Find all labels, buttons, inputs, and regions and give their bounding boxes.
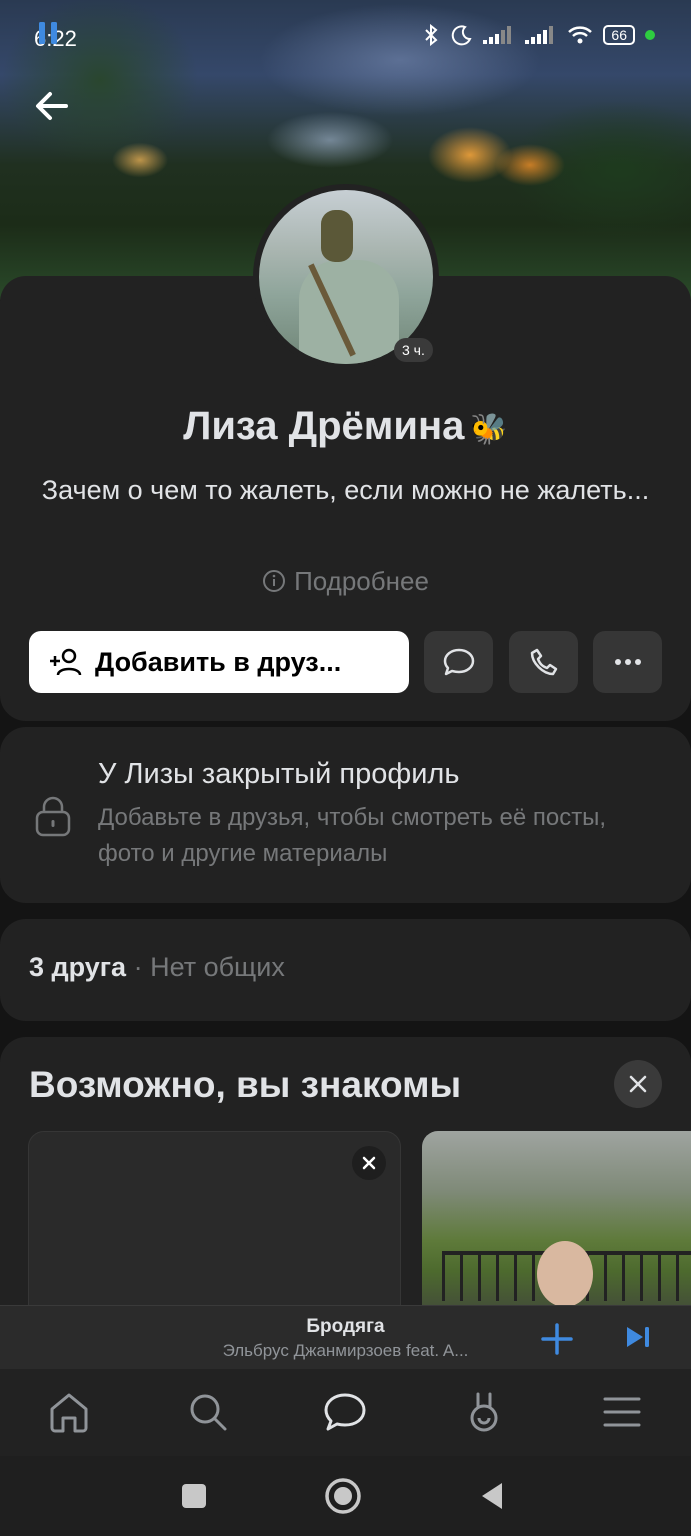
message-button[interactable] — [424, 631, 493, 693]
tab-clips[interactable] — [460, 1388, 508, 1436]
suggestions-title: Возможно, вы знакомы — [29, 1064, 462, 1105]
tab-search[interactable] — [184, 1388, 232, 1436]
mutual-friends: Нет общих — [150, 952, 285, 982]
more-info-link[interactable]: Подробнее — [0, 566, 691, 600]
bluetooth-icon — [425, 24, 438, 46]
plus-icon — [541, 1323, 573, 1355]
suggestion-card-photo[interactable] — [422, 1131, 691, 1331]
more-dots-icon — [614, 659, 641, 665]
tab-home[interactable] — [45, 1388, 93, 1436]
triangle-back-icon — [482, 1483, 502, 1509]
search-icon — [190, 1394, 227, 1431]
signal-icon-2 — [525, 26, 554, 44]
closed-profile-title: У Лизы закрытый профиль — [98, 758, 460, 790]
suggestion-card[interactable] — [28, 1131, 401, 1331]
wifi-icon — [568, 26, 593, 44]
circle-icon — [325, 1478, 361, 1514]
profile-status: Зачем о чем то жалеть, если можно не жал… — [41, 475, 650, 505]
pause-button[interactable] — [36, 20, 62, 51]
chat-icon — [324, 1393, 366, 1431]
back-nav-button[interactable] — [472, 1476, 512, 1516]
pause-icon — [39, 22, 57, 44]
suggestion-dismiss-button[interactable] — [352, 1146, 386, 1180]
phone-icon — [530, 648, 557, 676]
recent-apps-button[interactable] — [174, 1476, 214, 1516]
chat-bubble-icon — [443, 648, 474, 676]
menu-icon — [603, 1397, 641, 1427]
back-button[interactable] — [30, 84, 78, 128]
next-track-button[interactable] — [624, 1324, 652, 1355]
add-user-icon — [49, 647, 85, 677]
clips-icon — [470, 1392, 498, 1432]
arrow-left-icon — [36, 92, 68, 120]
track-artist: Эльбрус Джанмирзоев feat. A... — [222, 1341, 469, 1360]
close-icon — [629, 1075, 647, 1093]
add-friend-button[interactable]: Добавить в друз... — [29, 631, 409, 693]
square-icon — [182, 1484, 206, 1508]
more-button[interactable] — [593, 631, 662, 693]
add-track-button[interactable] — [540, 1322, 574, 1361]
friends-summary[interactable]: 3 друга · Нет общих — [29, 952, 285, 983]
profile-name: Лиза Дрёмина 🐝 — [0, 404, 691, 449]
system-status-bar: 6:22 66 — [0, 0, 691, 80]
tab-messenger[interactable] — [321, 1388, 369, 1436]
signal-icon — [483, 26, 512, 44]
track-title: Бродяга — [306, 1316, 385, 1337]
close-icon — [362, 1156, 376, 1170]
battery-indicator: 66 — [603, 25, 635, 45]
info-icon — [262, 569, 286, 600]
lock-icon — [34, 795, 72, 842]
more-info-label: Подробнее — [294, 566, 429, 596]
friends-count: 3 друга — [29, 952, 127, 982]
last-seen-badge: 3 ч. — [394, 338, 433, 362]
add-friend-label: Добавить в друз... — [95, 646, 342, 677]
profile-emoji-status[interactable]: 🐝 — [470, 413, 507, 446]
call-button[interactable] — [509, 631, 578, 693]
friends-separator: · — [126, 952, 151, 982]
closed-profile-description: Добавьте в друзья, чтобы смотреть её пос… — [98, 804, 607, 867]
do-not-disturb-moon-icon — [452, 25, 472, 46]
suggestions-close-button[interactable] — [614, 1060, 662, 1108]
home-nav-button[interactable] — [323, 1476, 363, 1516]
tab-menu[interactable] — [598, 1388, 646, 1436]
status-icons: 66 — [421, 24, 655, 46]
profile-name-text: Лиза Дрёмина — [183, 404, 465, 448]
privacy-dot — [645, 30, 655, 40]
skip-next-icon — [627, 1327, 649, 1347]
home-icon — [50, 1393, 88, 1433]
